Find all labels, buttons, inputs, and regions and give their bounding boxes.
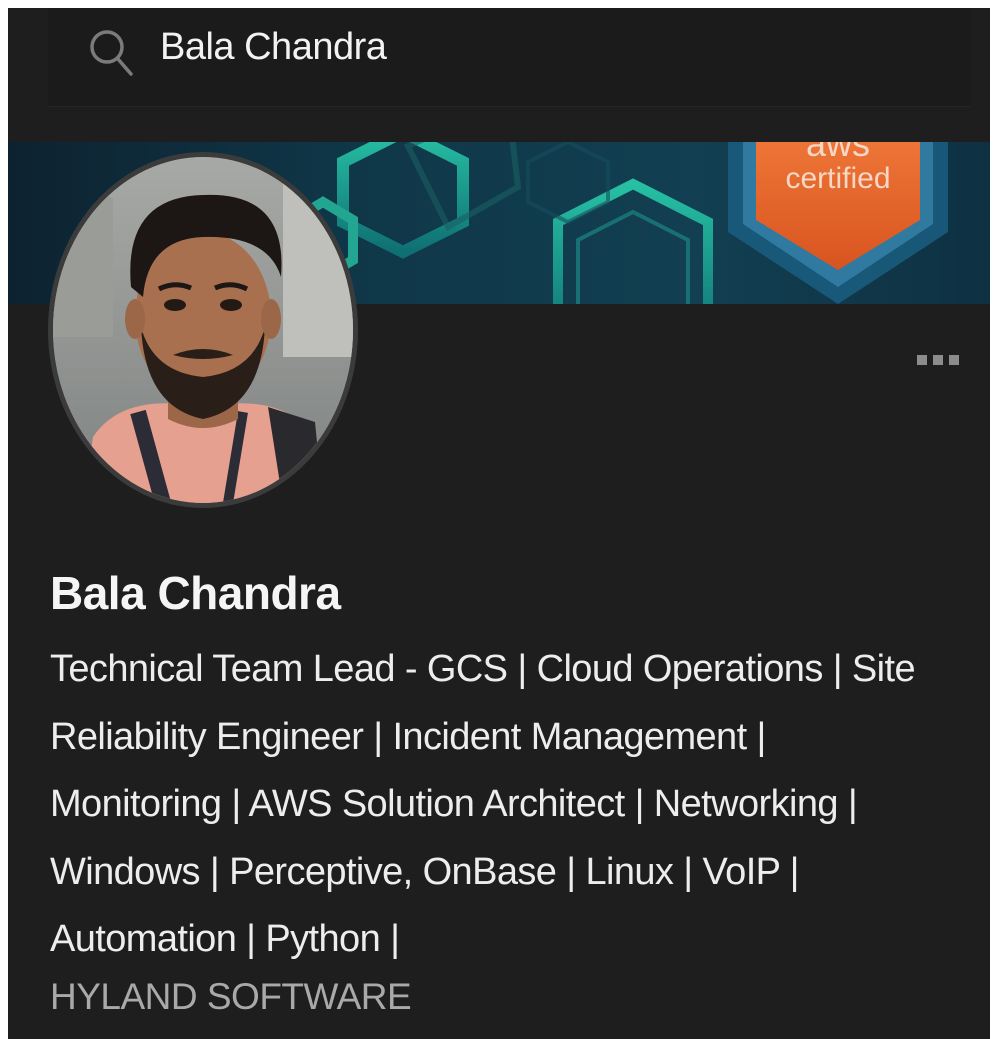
company-name[interactable]: HYLAND SOFTWARE <box>50 976 412 1018</box>
headline-line: Windows | Perceptive, OnBase | Linux | V… <box>50 850 800 893</box>
search-input[interactable]: Bala Chandra <box>160 26 387 69</box>
profile-screen: Bala Chandra aws certified Bala Chandra … <box>8 8 990 1039</box>
more-horizontal-icon <box>949 355 959 365</box>
headline-line: Reliability Engineer | Incident Manageme… <box>50 715 766 758</box>
more-horizontal-icon <box>933 355 943 365</box>
avatar[interactable] <box>48 152 358 508</box>
badge-certified-text: certified <box>785 162 890 195</box>
badge-aws-text: aws <box>806 142 870 164</box>
more-options-button[interactable] <box>908 348 968 372</box>
headline-line: Technical Team Lead - GCS | Cloud Operat… <box>50 648 916 690</box>
search-bar[interactable]: Bala Chandra <box>48 8 970 107</box>
headline-line: Monitoring | AWS Solution Architect | Ne… <box>50 783 858 825</box>
profile-headline: Technical Team Lead - GCS | Cloud Operat… <box>50 636 970 974</box>
more-horizontal-icon <box>917 355 927 365</box>
profile-name: Bala Chandra <box>50 567 341 619</box>
headline-line: Automation | Python | <box>50 918 400 960</box>
avatar-photo <box>53 157 353 503</box>
search-icon[interactable] <box>88 28 134 78</box>
